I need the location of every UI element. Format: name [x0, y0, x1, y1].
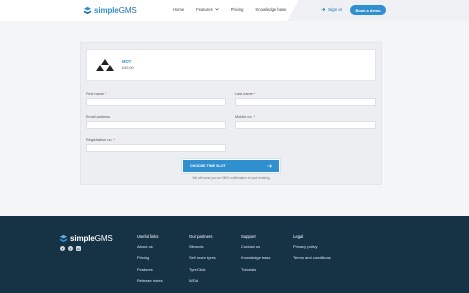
footer-link-pricing[interactable]: Pricing — [137, 255, 163, 260]
sign-in-label: Sign in — [328, 7, 343, 12]
site-logo[interactable]: simpleGMS — [83, 5, 137, 15]
mobile-label: Mobile no. * — [235, 115, 256, 119]
product-name: MOT — [122, 59, 132, 64]
footer-column-our-partners: Our partners Sibonds Sell more tyres Tyr… — [189, 234, 216, 290]
sign-in-icon — [321, 7, 326, 12]
cta-label: CHOOSE TIME SLOT — [190, 164, 226, 168]
footer-link-knowledge-base[interactable]: Knowledge base — [241, 255, 271, 260]
nav-pricing[interactable]: Pricing — [231, 7, 244, 12]
mot-triple-triangle-icon — [96, 59, 114, 71]
logo-mark-icon — [59, 234, 68, 242]
email-field[interactable] — [86, 121, 226, 129]
footer-column-title: Legal — [293, 234, 304, 239]
footer-link-terms[interactable]: Terms and conditions — [293, 255, 331, 260]
footer-column-support: Support Contact us Knowledge base Tutori… — [241, 234, 271, 278]
mobile-field[interactable] — [235, 121, 376, 129]
twitter-icon[interactable]: t — [68, 246, 73, 251]
product-summary — [86, 49, 376, 81]
facebook-icon[interactable]: f — [60, 246, 65, 251]
first-name-label: First name * — [86, 92, 107, 96]
last-name-field[interactable] — [235, 98, 376, 106]
footer-column-legal: Legal Privacy policy Terms and condition… — [293, 234, 331, 267]
footer-link-tyreclick[interactable]: TyreClick — [189, 267, 216, 272]
footer-column-title: Useful links — [137, 234, 159, 239]
footer-link-sibonds[interactable]: Sibonds — [189, 244, 216, 249]
footer-column-useful-links: Useful links About us Pricing Features R… — [137, 234, 163, 290]
last-name-label: Last name * — [235, 92, 256, 96]
footer-logo-text: simpleGMS — [70, 233, 113, 243]
registration-label: Registration no. * — [86, 138, 116, 142]
book-demo-button[interactable]: Book a demo — [350, 5, 386, 15]
footer-link-features[interactable]: Features — [137, 267, 163, 272]
footer-link-release-notes[interactable]: Release notes — [137, 278, 163, 283]
product-price: £40.00 — [122, 66, 134, 70]
registration-field[interactable] — [86, 144, 226, 152]
choose-time-slot-button[interactable]: CHOOSE TIME SLOT — [183, 160, 279, 172]
footer-column-title: Support — [241, 234, 256, 239]
footer-link-sell-more-tyres[interactable]: Sell more tyres — [189, 255, 216, 260]
footer-link-tutorials[interactable]: Tutorials — [241, 267, 271, 272]
site-footer — [0, 216, 469, 293]
main-nav: Home Features Pricing Knowledge base — [173, 7, 298, 12]
nav-features-label: Features — [196, 7, 213, 12]
footer-link-contact-us[interactable]: Contact us — [241, 244, 271, 249]
footer-logo[interactable]: simpleGMS — [59, 233, 113, 243]
social-links: f t in — [60, 246, 81, 251]
nav-home[interactable]: Home — [173, 7, 184, 12]
sms-confirmation-note: We will send you an SMS confirmation of … — [192, 176, 270, 180]
arrow-right-icon — [267, 164, 272, 168]
footer-link-privacy-policy[interactable]: Privacy policy — [293, 244, 331, 249]
logo-text: simpleGMS — [94, 5, 137, 15]
logo-mark-icon — [83, 6, 92, 14]
sign-in-link[interactable]: Sign in — [321, 7, 342, 12]
nav-features[interactable]: Features — [196, 7, 219, 12]
footer-link-wda[interactable]: WDA — [189, 278, 216, 283]
linkedin-icon[interactable]: in — [76, 246, 81, 251]
email-label: Email address — [86, 115, 111, 119]
first-name-field[interactable] — [86, 98, 226, 106]
footer-column-title: Our partners — [189, 234, 213, 239]
nav-knowledge-base[interactable]: Knowledge base — [256, 7, 287, 12]
chevron-down-icon — [214, 8, 219, 11]
footer-link-about-us[interactable]: About us — [137, 244, 163, 249]
